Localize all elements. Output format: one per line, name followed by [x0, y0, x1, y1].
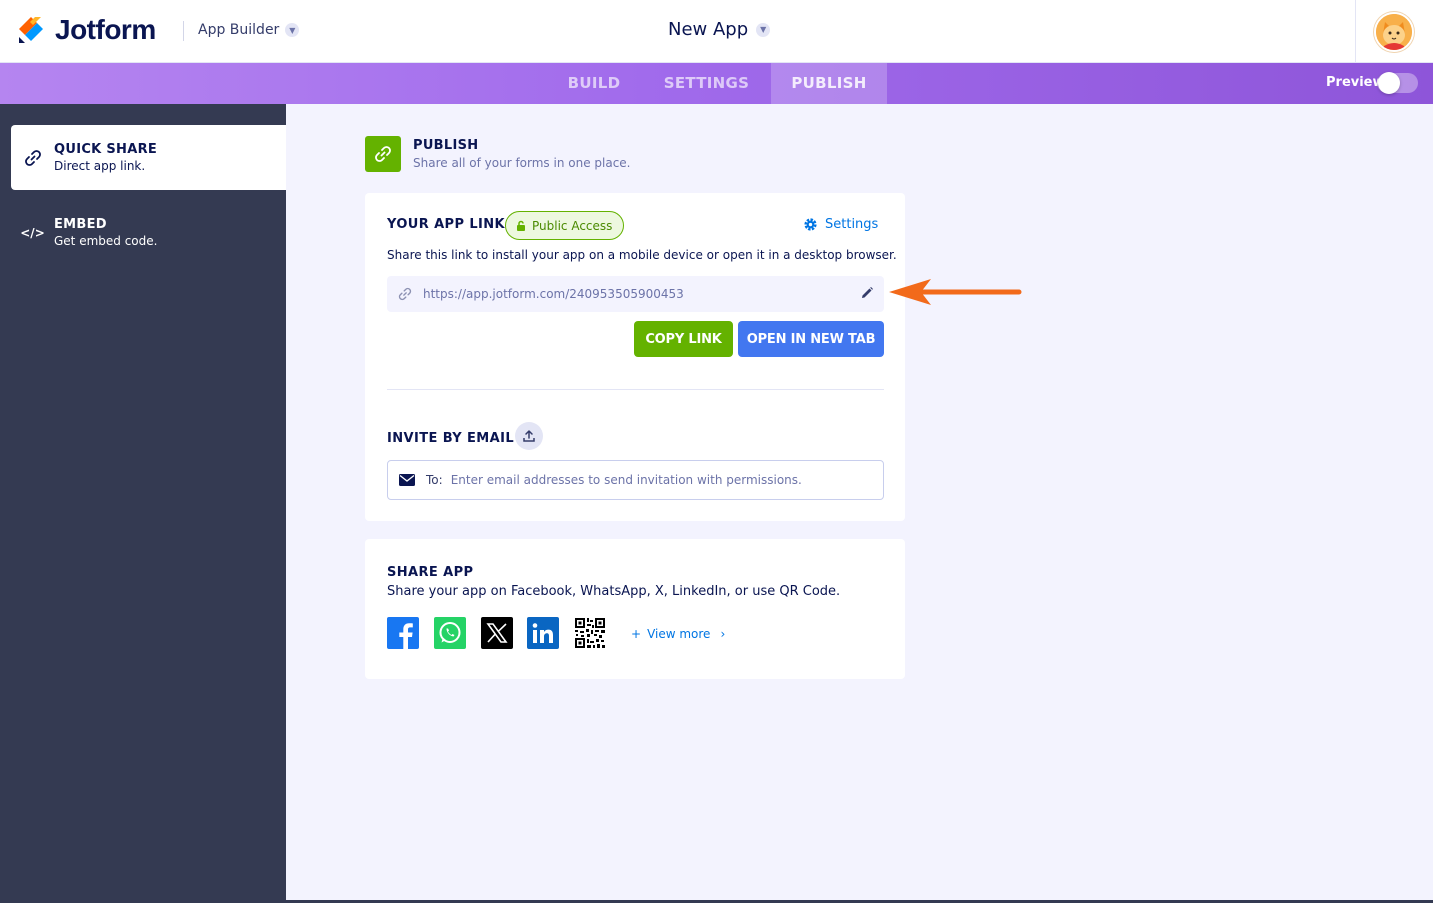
app-link-title: YOUR APP LINK: [387, 217, 506, 232]
sidebar: QUICK SHARE Direct app link. </> EMBED G…: [0, 104, 286, 903]
sidebar-item-quick-share[interactable]: QUICK SHARE Direct app link.: [11, 125, 286, 190]
share-title: SHARE APP: [387, 565, 474, 580]
settings-label: Settings: [825, 217, 879, 232]
email-input[interactable]: [450, 473, 851, 487]
preview-toggle[interactable]: [1377, 72, 1418, 94]
brand-name: Jotform: [55, 14, 156, 45]
view-more-link[interactable]: + View more ›: [631, 627, 725, 641]
public-access-badge[interactable]: Public Access: [505, 211, 625, 240]
jotform-logo-icon: [19, 17, 43, 43]
app-title-dropdown[interactable]: New App ▼: [668, 19, 771, 40]
publish-link-icon: [365, 136, 401, 172]
page-title: PUBLISH: [413, 138, 479, 153]
header-divider: [183, 21, 184, 41]
chevron-down-icon: ▼: [285, 23, 300, 37]
tab-build[interactable]: BUILD: [548, 63, 640, 104]
chevron-down-icon: ▼: [756, 22, 771, 37]
upload-icon[interactable]: [515, 422, 543, 450]
header-divider-right: [1355, 0, 1356, 63]
code-icon: </>: [20, 225, 45, 240]
main-tabs-bar: BUILD SETTINGS PUBLISH Preview: [0, 63, 1433, 104]
linkedin-icon[interactable]: [527, 617, 559, 649]
envelope-icon: [399, 474, 415, 486]
page-subtitle: Share all of your forms in one place.: [413, 156, 631, 170]
copy-link-button[interactable]: COPY LINK: [634, 321, 733, 357]
app-link-card: YOUR APP LINK Public Access Settings Sha…: [365, 193, 905, 521]
preview-label: Preview: [1326, 75, 1385, 90]
gear-icon: [804, 218, 817, 231]
sidebar-item-subtitle: Direct app link.: [54, 159, 146, 173]
qr-code-icon[interactable]: [574, 617, 606, 649]
app-url-field[interactable]: https://app.jotform.com/240953505900453: [387, 276, 884, 312]
avatar-cat-icon: [1376, 14, 1412, 50]
app-url-text: https://app.jotform.com/240953505900453: [423, 287, 684, 301]
top-header: Jotform App Builder ▼ New App ▼: [0, 0, 1433, 63]
invite-title: INVITE BY EMAIL: [387, 431, 515, 446]
tab-settings[interactable]: SETTINGS: [646, 63, 767, 104]
annotation-arrow-icon: [889, 279, 1022, 305]
view-more-label: View more: [647, 627, 711, 641]
lock-icon: [517, 220, 525, 231]
link-icon: [11, 149, 54, 167]
app-link-description: Share this link to install your app on a…: [387, 248, 897, 262]
sidebar-item-title: EMBED: [54, 217, 107, 232]
sidebar-item-subtitle: Get embed code.: [54, 234, 158, 248]
product-label: App Builder: [198, 22, 280, 38]
pencil-icon[interactable]: [860, 286, 874, 304]
badge-label: Public Access: [532, 218, 613, 233]
x-icon[interactable]: [481, 617, 513, 649]
tab-publish[interactable]: PUBLISH: [771, 63, 887, 104]
settings-link[interactable]: Settings: [803, 217, 878, 232]
facebook-icon[interactable]: [387, 617, 419, 649]
user-avatar[interactable]: [1374, 12, 1414, 52]
jotform-logo[interactable]: Jotform: [17, 14, 156, 46]
toggle-knob: [1378, 72, 1400, 94]
open-new-tab-button[interactable]: OPEN IN NEW TAB: [738, 321, 884, 357]
email-invite-field[interactable]: To:: [387, 460, 884, 500]
plus-icon: +: [631, 627, 642, 641]
share-description: Share your app on Facebook, WhatsApp, X,…: [387, 584, 841, 599]
app-title: New App: [668, 19, 749, 40]
share-app-card: SHARE APP Share your app on Facebook, Wh…: [365, 539, 905, 679]
product-switcher[interactable]: App Builder ▼: [198, 22, 300, 38]
section-divider: [387, 389, 884, 390]
whatsapp-icon[interactable]: [434, 617, 466, 649]
sidebar-item-title: QUICK SHARE: [54, 142, 158, 157]
email-to-label: To:: [426, 473, 443, 487]
link-icon: [387, 287, 423, 301]
chevron-right-icon: ›: [720, 627, 726, 641]
sidebar-item-embed[interactable]: </> EMBED Get embed code.: [11, 200, 286, 265]
